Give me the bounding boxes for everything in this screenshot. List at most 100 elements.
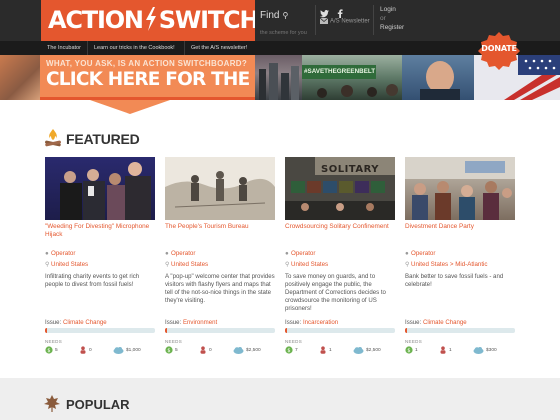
card-role[interactable]: Operator [291, 250, 315, 257]
featured-card[interactable]: SOLITARY Crowdsourcing Solitary Confinem… [285, 157, 395, 354]
lightning-bolt-icon [145, 7, 156, 31]
nav-item-incubator[interactable]: The Incubator [41, 41, 87, 55]
account-links: Login or Register [380, 5, 404, 32]
card-image[interactable]: SOLITARY [285, 157, 395, 220]
card-image[interactable] [165, 157, 275, 220]
card-issue-link[interactable]: Incarceration [303, 319, 338, 326]
register-link[interactable]: Register [380, 23, 404, 32]
card-role[interactable]: Operator [411, 250, 435, 257]
needs-row: $5 0 $2,500 [165, 346, 275, 354]
card-progress-bar [165, 328, 275, 333]
svg-text:$: $ [167, 348, 170, 354]
banner-arrow [90, 100, 170, 114]
people-icon: $ [45, 346, 53, 354]
or-text: or [380, 15, 386, 22]
person-icon [80, 346, 86, 354]
needs-people: $1 [405, 346, 418, 354]
divider [315, 5, 316, 35]
banner-cta[interactable]: CLICK HERE FOR THE GRAND TOUR [46, 69, 387, 90]
needs-label: NEEDS [405, 339, 423, 344]
login-link[interactable]: Login [380, 5, 404, 14]
svg-text:$: $ [47, 348, 50, 354]
needs-label: NEEDS [45, 339, 63, 344]
find-subtitle: the scheme for you [260, 30, 307, 36]
featured-card[interactable]: Divestment Dance Party ● Operator ⚲United… [405, 157, 515, 354]
card-issue-link[interactable]: Climate Change [423, 319, 467, 326]
card-progress-bar [45, 328, 155, 333]
newsletter-link[interactable]: A/S Newsletter [319, 17, 370, 25]
needs-skills: 0 [199, 346, 212, 354]
card-title[interactable]: The People's Tourism Bureau [165, 223, 275, 245]
featured-card[interactable]: "Weeding For Divesting" Microphone Hijac… [45, 157, 155, 354]
banner-text-panel[interactable]: WHAT, YOU ASK, IS AN ACTION SWITCHBOARD?… [40, 55, 387, 100]
donate-button[interactable]: DONATE [474, 30, 524, 70]
nav-item-newsletter[interactable]: Get the A/S newsletter! [184, 41, 253, 55]
card-issue: Issue: Climate Change [45, 319, 107, 326]
cloud-icon [233, 347, 244, 354]
needs-funds: $2,500 [233, 346, 261, 354]
card-location[interactable]: United States > Mid-Atlantic [411, 261, 488, 268]
nav-item-cookbook[interactable]: Learn our tricks in the Cookbook! [87, 41, 181, 55]
needs-row: $1 1 $300 [405, 346, 515, 354]
facebook-icon[interactable] [337, 9, 344, 19]
svg-text:$: $ [287, 348, 290, 354]
card-progress-bar [285, 328, 395, 333]
card-meta: ● Operator ⚲United States [285, 248, 395, 270]
needs-row: $7 1 $2,500 [285, 346, 395, 354]
card-issue: Issue: Environment [165, 319, 218, 326]
banner-photo-man [402, 55, 474, 100]
card-location[interactable]: United States [51, 261, 88, 268]
card-image[interactable] [45, 157, 155, 220]
card-role[interactable]: Operator [51, 250, 75, 257]
cloud-icon [113, 347, 124, 354]
find-scheme[interactable]: Find ⚲ the scheme for you [260, 5, 314, 36]
find-label: Find [260, 10, 280, 21]
banner-photo-protest: #SAVETHEGREENBELT [302, 55, 402, 100]
card-location[interactable]: United States [171, 261, 208, 268]
card-description: Bank better to save fossil fuels - and c… [405, 273, 504, 288]
needs-funds: $1,000 [113, 346, 141, 354]
card-meta: ● Operator ⚲United States [165, 248, 275, 270]
card-location[interactable]: United States [291, 261, 328, 268]
twitter-icon[interactable] [320, 9, 329, 18]
card-title[interactable]: Divestment Dance Party [405, 223, 515, 245]
popular-heading: POPULAR [66, 397, 130, 412]
needs-skills: 1 [319, 346, 332, 354]
person-icon [440, 346, 446, 354]
featured-heading: FEATURED [66, 131, 140, 147]
featured-card[interactable]: The People's Tourism Bureau ● Operator ⚲U… [165, 157, 275, 354]
card-description: A "pop-up" welcome center that provides … [165, 273, 275, 304]
card-meta: ● Operator ⚲United States > Mid-Atlantic [405, 248, 515, 270]
needs-label: NEEDS [165, 339, 183, 344]
search-icon[interactable]: ⚲ [282, 11, 288, 20]
envelope-icon [319, 17, 329, 24]
card-description: Infiltrating charity events to get rich … [45, 273, 140, 288]
people-icon: $ [285, 346, 293, 354]
campfire-icon [45, 129, 61, 147]
leaf-icon [44, 395, 60, 412]
card-issue-link[interactable]: Environment [183, 319, 217, 326]
needs-people: $7 [285, 346, 298, 354]
needs-label: NEEDS [285, 339, 303, 344]
cloud-icon [353, 347, 364, 354]
needs-skills: 0 [79, 346, 92, 354]
banner-question: WHAT, YOU ASK, IS AN ACTION SWITCHBOARD? [46, 59, 248, 68]
card-title[interactable]: "Weeding For Divesting" Microphone Hijac… [45, 223, 155, 245]
needs-row: $5 0 $1,000 [45, 346, 155, 354]
card-issue-link[interactable]: Climate Change [63, 319, 107, 326]
card-role[interactable]: Operator [171, 250, 195, 257]
card-meta: ● Operator ⚲United States [45, 248, 155, 270]
card-issue: Issue: Climate Change [405, 319, 467, 326]
needs-funds: $2,500 [353, 346, 381, 354]
svg-text:$: $ [407, 348, 410, 354]
card-progress-bar [405, 328, 515, 333]
banner-photo-left [0, 55, 40, 100]
people-icon: $ [405, 346, 413, 354]
site-logo[interactable]: ACTIONSWITCHBOARD [41, 0, 255, 41]
person-icon [320, 346, 326, 354]
cloud-icon [473, 347, 484, 354]
person-icon [200, 346, 206, 354]
card-title[interactable]: Crowdsourcing Solitary Confinement [285, 223, 395, 245]
divider [373, 5, 374, 35]
card-image[interactable] [405, 157, 515, 220]
